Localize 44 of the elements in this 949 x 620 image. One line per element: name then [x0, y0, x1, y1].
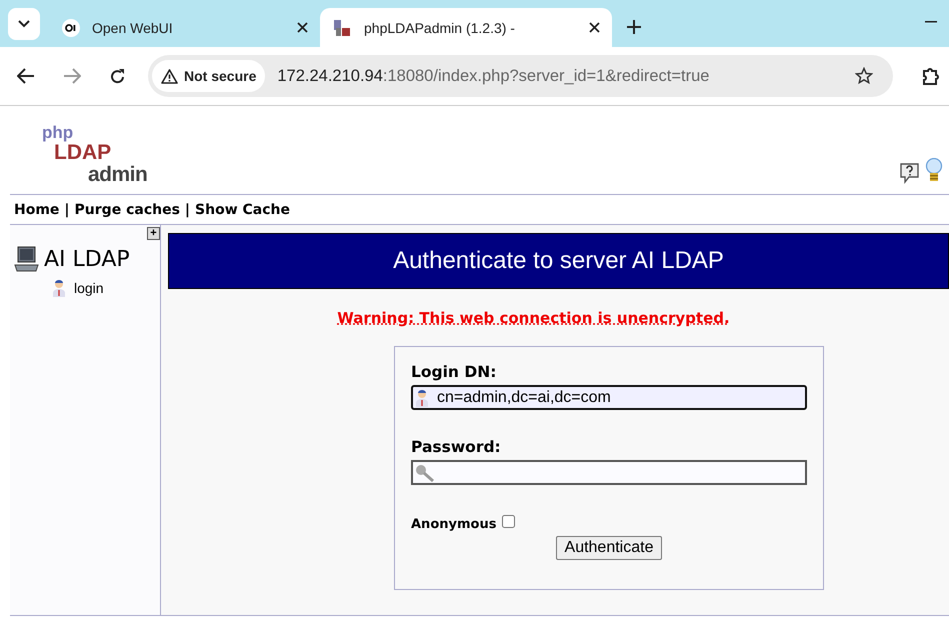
warning-text: Warning: This web connection is unencrypted. [337, 309, 730, 327]
computer-icon [14, 245, 40, 273]
close-icon[interactable] [297, 22, 308, 33]
login-dn-field[interactable]: cn=admin,dc=ai,dc=com [411, 385, 807, 410]
page-title: Authenticate to server AI LDAP [168, 233, 949, 289]
anonymous-label: Anonymous [411, 517, 496, 532]
authenticate-button[interactable]: Authenticate [556, 536, 662, 560]
field-label: Password: [411, 438, 502, 456]
nav-link[interactable]: Show Cache [195, 202, 290, 218]
logo: php LDAP admin [41, 124, 148, 186]
security-label: Not secure [184, 68, 256, 84]
login-link[interactable]: login [74, 280, 104, 296]
minimize-icon[interactable] [925, 21, 937, 23]
password-field[interactable] [411, 460, 807, 485]
help-icon[interactable] [900, 163, 919, 184]
reload-icon[interactable] [109, 68, 126, 84]
site-icon [62, 18, 80, 36]
nav-separator: | [184, 202, 190, 218]
security-chip[interactable]: Not secure [152, 60, 266, 92]
expand-button[interactable]: + [147, 227, 160, 240]
browser-tab[interactable]: Open WebUI [50, 8, 320, 47]
address-bar[interactable]: Not secure 172.24.210.94:18080/index.php?server_id=1&redirect=true [148, 55, 893, 97]
server-name[interactable]: AI LDAP [44, 246, 130, 272]
tab-title: Open WebUI [92, 20, 174, 36]
nav-link[interactable]: Purge caches [74, 202, 180, 218]
close-icon[interactable] [589, 22, 600, 33]
tab-title: phpLDAPadmin (1.2.3) - [364, 20, 516, 36]
browser-tab[interactable]: phpLDAPadmin (1.2.3) - [320, 8, 612, 47]
url-text: 172.24.210.94:18080/index.php?server_id=1&redirect=true [277, 66, 710, 86]
warning-icon [161, 68, 178, 84]
nav-separator: | [64, 202, 70, 218]
back-icon[interactable] [17, 68, 35, 84]
tab-list-button[interactable] [8, 8, 40, 40]
forward-icon[interactable] [63, 68, 81, 84]
person-icon [52, 279, 66, 297]
star-icon[interactable] [855, 67, 873, 85]
lightbulb-icon[interactable] [925, 158, 943, 184]
new-tab-icon[interactable] [627, 20, 641, 34]
chevron-down-icon [18, 20, 30, 28]
site-icon [332, 18, 352, 38]
field-label: Login DN: [411, 363, 498, 381]
extensions-icon[interactable] [921, 66, 941, 86]
anonymous-checkbox[interactable] [502, 515, 516, 528]
nav-link[interactable]: Home [14, 202, 60, 218]
